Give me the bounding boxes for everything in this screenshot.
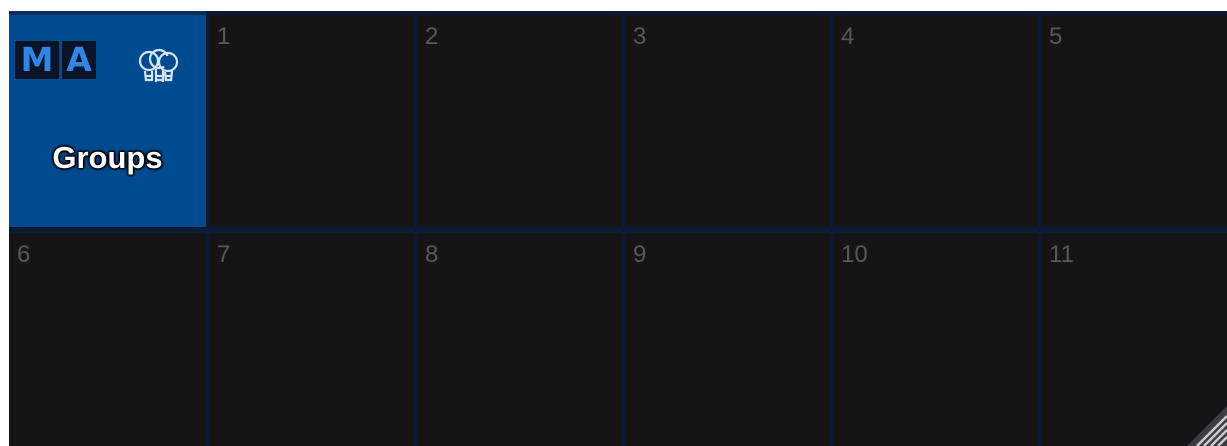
tile-number: 2 — [425, 23, 439, 50]
pool-title: Groups — [52, 140, 163, 175]
tile-number: 1 — [217, 23, 231, 50]
group-tile-5[interactable]: 5 — [1041, 11, 1227, 227]
group-tile-1[interactable]: 1 — [209, 11, 414, 227]
group-tile-7[interactable]: 7 — [209, 229, 414, 446]
group-tile-3[interactable]: 3 — [625, 11, 830, 227]
group-tile-4[interactable]: 4 — [833, 11, 1038, 227]
tile-number: 7 — [217, 241, 231, 268]
ma-logo-m: M — [15, 41, 59, 79]
ma-logo-a: A — [62, 41, 96, 79]
ma-logo: M A — [15, 41, 96, 79]
group-tile-10[interactable]: 10 — [833, 229, 1038, 446]
pool-header-tile[interactable]: M A Groups — [9, 11, 206, 227]
tile-number: 3 — [633, 23, 647, 50]
tile-number: 4 — [841, 23, 855, 50]
tile-number: 8 — [425, 241, 439, 268]
tile-number: 10 — [841, 241, 868, 268]
tile-number: 5 — [1049, 23, 1063, 50]
group-tile-2[interactable]: 2 — [417, 11, 622, 227]
group-tile-9[interactable]: 9 — [625, 229, 830, 446]
group-tile-6[interactable]: 6 — [9, 229, 206, 446]
group-tile-11[interactable]: 11 — [1041, 229, 1227, 446]
groups-pool-window: M A Groups 1 2 3 4 5 6 7 8 9 10 11 — [9, 11, 1227, 446]
resize-grip-icon[interactable] — [1187, 406, 1227, 446]
bulbs-icon — [138, 48, 179, 82]
tile-number: 9 — [633, 241, 647, 268]
tile-number: 6 — [17, 241, 31, 268]
tile-number: 11 — [1049, 241, 1074, 268]
group-tile-8[interactable]: 8 — [417, 229, 622, 446]
